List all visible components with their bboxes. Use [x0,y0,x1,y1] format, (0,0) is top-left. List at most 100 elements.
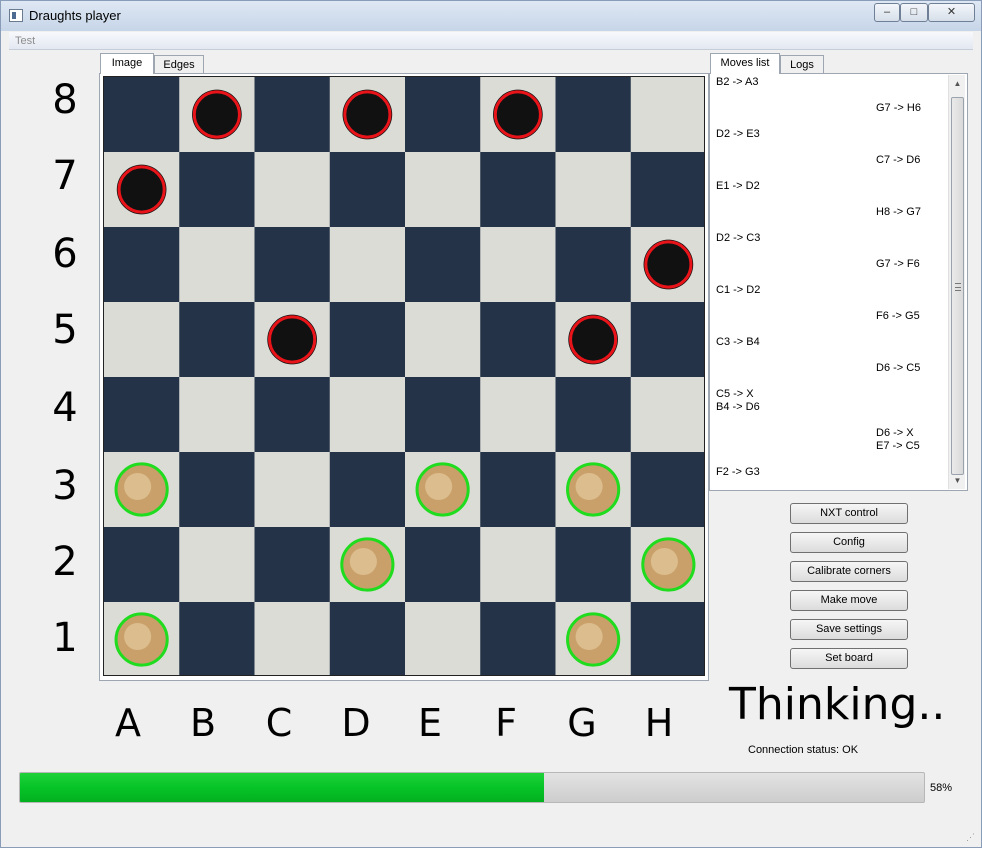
col-label-d: D [341,701,371,745]
menu-item-test[interactable]: Test [15,35,35,47]
board-square [630,152,704,228]
col-label-e: E [417,701,442,745]
board-square [254,452,331,528]
black-piece [342,89,393,140]
board-square [329,302,406,378]
board-square [405,602,481,675]
scroll-up-arrow-icon[interactable]: ▲ [949,75,966,92]
title-bar[interactable]: Draughts player – □ ✕ [1,1,981,31]
grip-icon [955,283,961,291]
maximize-button[interactable]: □ [900,3,928,22]
move-entry: G7 -> H6 [876,102,921,114]
tab-logs[interactable]: Logs [780,55,824,73]
config-button[interactable]: Config [790,532,908,553]
white-piece [340,537,395,592]
set-board-button[interactable]: Set board [790,648,908,669]
calibrate-corners-button[interactable]: Calibrate corners [790,561,908,582]
board-square [630,77,704,153]
black-piece [568,314,618,365]
progress-label: 58% [930,782,953,794]
board-square [555,227,632,303]
board-camera-image [103,76,705,676]
board-square [329,452,406,528]
board-square [555,527,632,603]
tab-edges[interactable]: Edges [154,55,204,73]
move-entry: D2 -> E3 [716,128,760,140]
col-label-f: F [495,701,517,745]
board-square [480,152,556,228]
nxt-control-button[interactable]: NXT control [790,503,908,524]
board-square [179,452,255,528]
board-square [480,227,556,303]
board-square [480,527,556,603]
move-entry: E7 -> C5 [876,440,920,452]
close-button[interactable]: ✕ [928,3,975,22]
resize-grip-icon[interactable]: ⋰ [966,832,976,842]
board-square [104,527,180,603]
row-label-5: 5 [52,307,78,353]
board-square [630,602,704,675]
board-svg [104,77,704,675]
move-entry: C3 -> B4 [716,336,760,348]
board-square [480,452,556,528]
row-label-7: 7 [52,153,78,199]
col-label-h: H [644,701,674,745]
moves-list: B2 -> A3 G7 -> H6 D2 -> E3 C7 -> D6 E1 -> D2… [710,74,952,490]
board-square [179,227,255,303]
board-square [329,227,406,303]
app-icon [9,9,23,22]
col-label-c: C [265,701,293,745]
board-square [329,152,406,228]
col-label-a: A [115,701,141,745]
board-square [179,602,255,675]
board-square [179,152,255,228]
board-square [254,527,331,603]
row-label-1: 1 [52,615,78,661]
move-entry: D6 -> C5 [876,362,921,374]
move-entry: E1 -> D2 [716,180,760,192]
tab-image[interactable]: Image [100,53,154,74]
black-piece [493,89,543,140]
make-move-button[interactable]: Make move [790,590,908,611]
scroll-down-arrow-icon[interactable]: ▼ [949,472,966,489]
board-square [104,227,180,303]
move-entry: C5 -> X [716,388,754,400]
black-piece [116,164,167,215]
moves-scrollbar[interactable]: ▲ ▼ [948,75,965,489]
board-square [254,377,331,453]
move-entry: B2 -> A3 [716,76,759,88]
move-entry: C1 -> D2 [716,284,761,296]
move-entry: H8 -> G7 [876,206,921,218]
board-square [405,377,481,453]
move-entry: F2 -> G3 [716,466,760,478]
row-label-4: 4 [52,385,78,431]
board-square [104,377,180,453]
connection-status: Connection status: OK [748,744,859,756]
board-square [179,527,255,603]
row-label-8: 8 [52,77,78,123]
white-piece [114,612,169,667]
board-square [630,377,704,453]
black-piece [192,89,242,140]
scroll-thumb[interactable] [951,97,964,475]
board-square [555,377,632,453]
board-square [254,227,331,303]
row-label-6: 6 [52,231,78,277]
white-piece [641,537,696,592]
minimize-button[interactable]: – [874,3,900,22]
move-entry: F6 -> G5 [876,310,920,322]
board-square [179,302,255,378]
black-piece [643,239,694,290]
save-settings-button[interactable]: Save settings [790,619,908,640]
board-square [104,77,180,153]
row-label-2: 2 [52,539,78,585]
progress-bar [19,772,925,803]
white-piece [415,462,470,517]
moves-list-panel[interactable]: B2 -> A3 G7 -> H6 D2 -> E3 C7 -> D6 E1 -> D2… [709,73,968,491]
board-square [254,602,331,675]
board-square [329,602,406,675]
thinking-status: Thinking.. [729,679,946,730]
board-square [555,152,632,228]
board-square [254,77,331,153]
tab-moves-list[interactable]: Moves list [710,53,780,74]
